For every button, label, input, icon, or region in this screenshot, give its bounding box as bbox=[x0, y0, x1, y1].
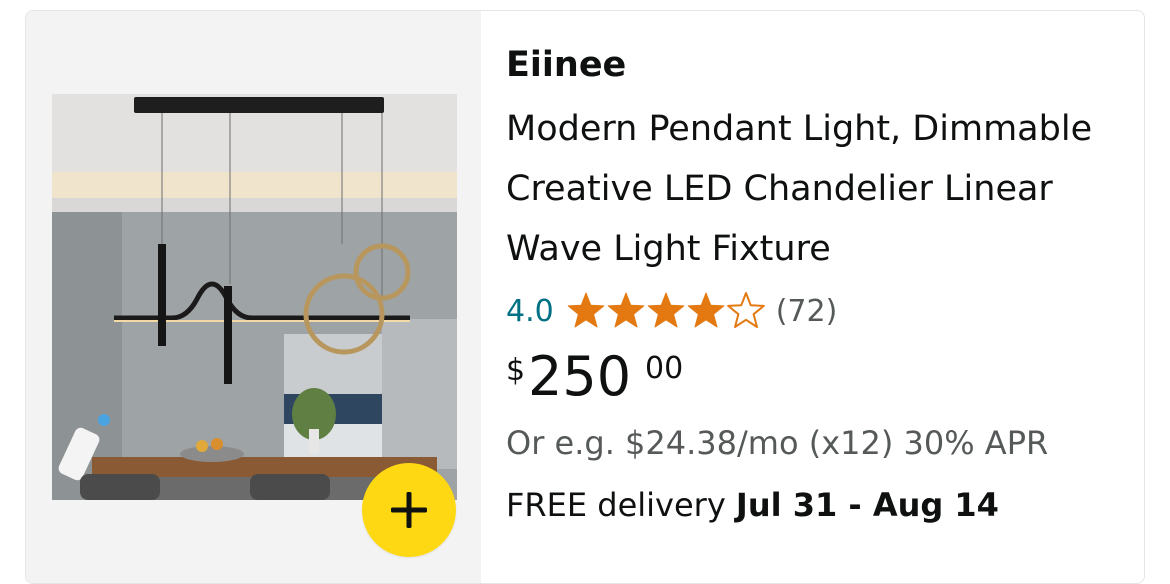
plus-icon bbox=[391, 492, 427, 528]
star-filled-icon bbox=[647, 292, 685, 328]
price-currency-symbol: $ bbox=[506, 353, 526, 388]
star-filled-icon bbox=[687, 292, 725, 328]
rating-row[interactable]: 4.0 (72) bbox=[506, 287, 1116, 335]
price-fraction: 00 bbox=[645, 351, 684, 386]
star-filled-icon bbox=[567, 292, 605, 328]
star-rating[interactable] bbox=[566, 291, 766, 331]
product-card[interactable]: Eiinee Modern Pendant Light, Dimmable Cr… bbox=[25, 10, 1145, 584]
installment-text: Or e.g. $24.38/mo (x12) 30% APR bbox=[506, 424, 1049, 462]
product-photo[interactable] bbox=[52, 94, 457, 500]
review-count[interactable]: (72) bbox=[776, 294, 838, 329]
star-empty-icon bbox=[726, 292, 765, 328]
delivery-label: FREE delivery bbox=[506, 486, 726, 524]
delivery-dates: Jul 31 - Aug 14 bbox=[735, 486, 999, 524]
product-image-pane[interactable] bbox=[26, 11, 481, 583]
product-info: Eiinee Modern Pendant Light, Dimmable Cr… bbox=[506, 41, 1116, 527]
price-whole: 250 bbox=[528, 345, 632, 408]
delivery-info: FREE delivery Jul 31 - Aug 14 bbox=[506, 483, 1116, 527]
add-to-cart-button[interactable] bbox=[362, 463, 456, 557]
product-title[interactable]: Modern Pendant Light, Dimmable Creative … bbox=[506, 99, 1116, 279]
product-brand: Eiinee bbox=[506, 45, 627, 85]
price: $ 250 00 bbox=[506, 345, 1116, 411]
star-filled-icon bbox=[607, 292, 645, 328]
rating-value[interactable]: 4.0 bbox=[506, 294, 554, 329]
